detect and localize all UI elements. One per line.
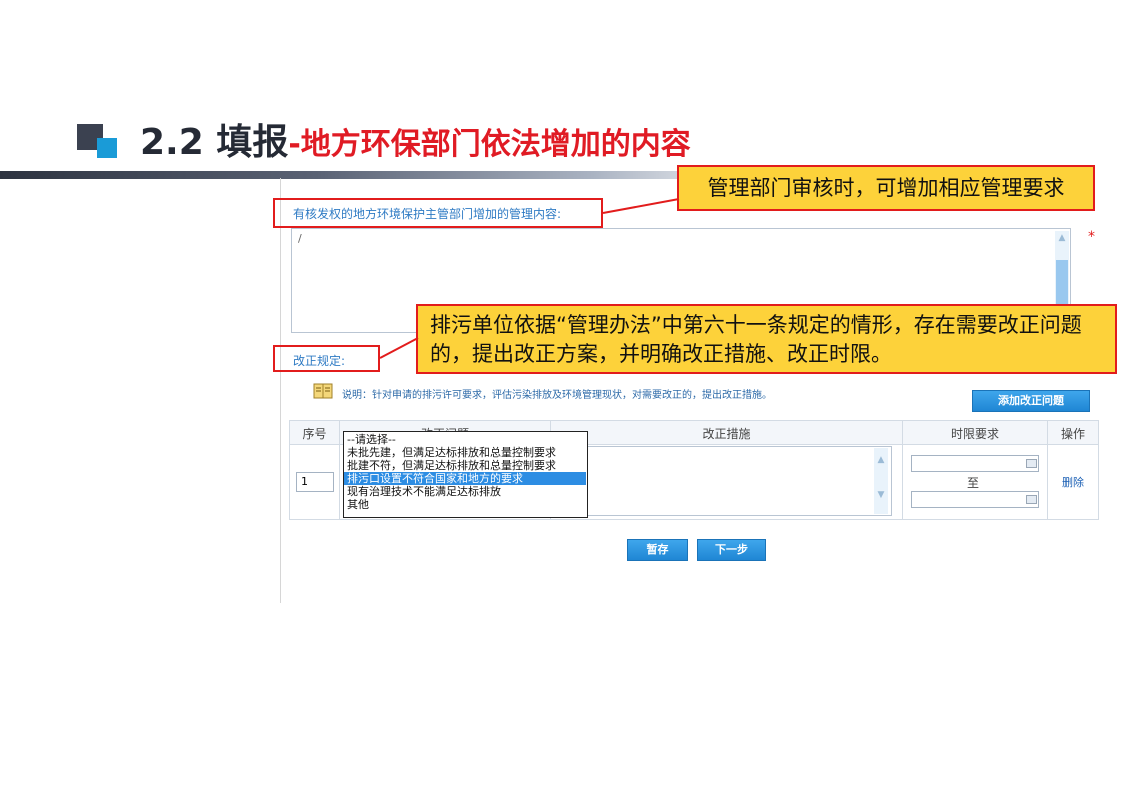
callout-connectors bbox=[379, 198, 680, 359]
callout1-connector bbox=[602, 198, 680, 214]
callout2-connector bbox=[379, 337, 419, 359]
